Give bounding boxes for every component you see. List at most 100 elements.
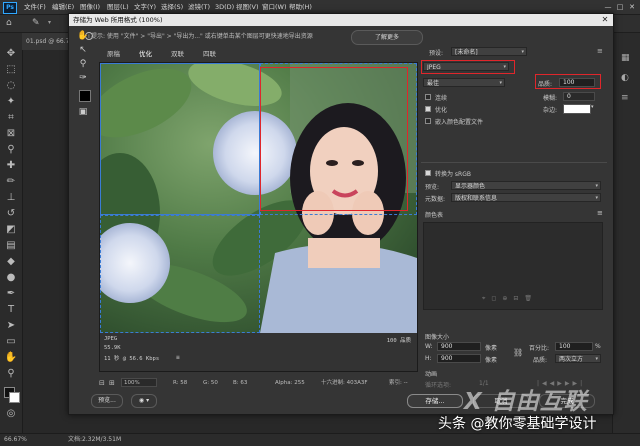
tab-2-up[interactable]: 双联 (171, 48, 184, 60)
pen-tool-icon[interactable]: ✒ (4, 287, 18, 301)
learn-more-button[interactable]: 了解更多 (351, 30, 423, 45)
eyedropper-tool-icon[interactable]: ✑ (77, 72, 89, 84)
lasso-tool-icon[interactable]: ◌ (4, 79, 18, 93)
background-color-swatch[interactable] (9, 392, 20, 403)
preset-select[interactable]: [未命名] ▾ (451, 47, 527, 56)
preview-format: JPEG (104, 336, 118, 342)
preview-in-browser-button[interactable]: 预览... (91, 394, 123, 408)
stamp-tool-icon[interactable]: ⊥ (4, 191, 18, 205)
settings-menu-icon[interactable]: ≡ (597, 47, 603, 55)
blur-tool-icon[interactable]: ◆ (4, 255, 18, 269)
preview-mode-select[interactable]: 显示器颜色 ▾ (451, 181, 601, 190)
quick-mask-icon[interactable]: ◎ (4, 407, 18, 421)
brush-icon[interactable]: ✏ (4, 175, 18, 189)
menu-edit[interactable]: 编辑(E) (52, 0, 74, 14)
slice-04[interactable] (100, 215, 260, 333)
matte-chevron-icon[interactable]: ▾ (591, 104, 594, 110)
magic-wand-tool-icon[interactable]: ✦ (4, 95, 18, 109)
slice-visibility-icon[interactable]: ▣ (77, 106, 89, 118)
height-label: H: (425, 355, 432, 362)
eyedropper-color-swatch[interactable] (79, 90, 91, 102)
zoom-tool-icon[interactable]: ⚲ (4, 367, 18, 381)
menu-3d[interactable]: 3D(D) (215, 0, 234, 14)
loop-label: 循环选项: (425, 382, 452, 389)
crop-tool-icon[interactable]: ⌗ (4, 111, 18, 125)
menu-select[interactable]: 选择(S) (161, 0, 183, 14)
menu-view[interactable]: 视图(V) (236, 0, 259, 14)
menu-type[interactable]: 文字(Y) (134, 0, 156, 14)
image-size-label: 图像大小 (425, 334, 450, 341)
slice-select-tool-icon[interactable]: ↖ (77, 44, 89, 56)
download-rate-menu-icon[interactable]: ≡ (176, 354, 180, 361)
preview-file-size: 55.9K (104, 345, 121, 351)
zoom-out-icon[interactable]: ⊟ (99, 377, 105, 389)
maximize-icon[interactable]: □ (614, 0, 626, 14)
menu-image[interactable]: 图像(I) (80, 0, 100, 14)
matte-color-swatch[interactable] (563, 104, 591, 114)
panel-dock: ▦ ◐ ≡ (612, 33, 640, 433)
metadata-select[interactable]: 版权和联系信息 ▾ (451, 193, 601, 202)
home-icon[interactable]: ⌂ (6, 18, 12, 28)
highlight-box-quality (535, 74, 601, 89)
height-input[interactable]: 900 (437, 354, 481, 363)
path-selection-tool-icon[interactable]: ➤ (4, 319, 18, 333)
tab-optimized[interactable]: 优化 (139, 48, 152, 60)
document-size: 文档:2.32M/3.51M (68, 436, 122, 443)
convert-srgb-checkbox[interactable] (425, 170, 431, 176)
menu-layer[interactable]: 图层(L) (107, 0, 129, 14)
link-icon[interactable]: ⛓ (513, 348, 523, 357)
eraser-tool-icon[interactable]: ◩ (4, 223, 18, 237)
type-tool-icon[interactable]: T (4, 303, 18, 317)
menu-file[interactable]: 文件(F) (24, 0, 46, 14)
menu-help[interactable]: 帮助(H) (289, 0, 312, 14)
panel-icon[interactable]: ▦ (621, 53, 630, 63)
status-bar: 66.67% 文档:2.32M/3.51M (0, 433, 640, 446)
shape-tool-icon[interactable]: ▭ (4, 335, 18, 349)
optimized-checkbox[interactable] (425, 106, 431, 112)
history-brush-tool-icon[interactable]: ↺ (4, 207, 18, 221)
healing-brush-tool-icon[interactable]: ✚ (4, 159, 18, 173)
dodge-tool-icon[interactable]: ● (4, 271, 18, 285)
resample-select[interactable]: 两次立方 ▾ (555, 354, 601, 363)
panel-icon[interactable]: ≡ (621, 93, 629, 103)
browser-select-button[interactable]: ◉ ▾ (131, 394, 157, 408)
marquee-tool-icon[interactable]: ⬚ (4, 63, 18, 77)
height-unit: 像素 (485, 357, 498, 364)
tool-preset-chevron-icon[interactable]: ▾ (48, 19, 51, 26)
hand-tool-icon[interactable]: ✋ (4, 351, 18, 365)
frame-tool-icon[interactable]: ⊠ (4, 127, 18, 141)
zoom-tool-icon[interactable]: ⚲ (77, 58, 89, 70)
matte-label: 杂边: (543, 107, 558, 114)
gradient-tool-icon[interactable]: ▤ (4, 239, 18, 253)
hand-tool-icon[interactable]: ✋ (77, 30, 89, 42)
color-table-menu-icon[interactable]: ≡ (597, 209, 603, 217)
width-input[interactable]: 900 (437, 342, 481, 351)
embed-profile-checkbox[interactable] (425, 118, 431, 124)
blur-input[interactable]: 0 (563, 92, 595, 101)
eyedropper-tool-icon[interactable]: ⚲ (4, 143, 18, 157)
save-button[interactable]: 存储... (407, 394, 463, 408)
percent-input[interactable]: 100 (555, 342, 593, 351)
watermark-text: 头条 @教你零基础学设计 (438, 416, 597, 432)
slice-01[interactable] (100, 63, 260, 215)
brush-tool-icon[interactable]: ✎ (32, 18, 40, 28)
tab-4-up[interactable]: 四联 (203, 48, 216, 60)
progressive-checkbox[interactable] (425, 94, 431, 100)
preview-info-panel: JPEG 55.9K 11 秒 @ 56.6 Kbps ≡ 100 品质 (100, 333, 417, 371)
zoom-select[interactable]: 100% (121, 378, 157, 387)
tab-original[interactable]: 原稿 (107, 48, 120, 60)
color-table: ⌖◻⊕⊟🗑 (423, 222, 603, 310)
close-icon[interactable]: ✕ (599, 14, 611, 26)
preset-label: 预设: (429, 50, 444, 57)
zoom-in-icon[interactable]: ⊞ (109, 377, 115, 389)
compression-quality-select[interactable]: 最佳 ▾ (423, 78, 505, 87)
close-window-icon[interactable]: ✕ (626, 0, 638, 14)
menu-filter[interactable]: 滤镜(T) (188, 0, 210, 14)
menu-window[interactable]: 窗口(W) (262, 0, 287, 14)
minimize-icon[interactable]: — (602, 0, 614, 14)
image-preview[interactable]: JPEG 55.9K 11 秒 @ 56.6 Kbps ≡ 100 品质 (99, 62, 418, 372)
convert-srgb-label: 转换为 sRGB (435, 171, 471, 178)
panel-icon[interactable]: ◐ (621, 73, 629, 83)
move-tool-icon[interactable]: ✥ (4, 47, 18, 61)
color-table-tools[interactable]: ⌖◻⊕⊟🗑 (482, 295, 538, 303)
